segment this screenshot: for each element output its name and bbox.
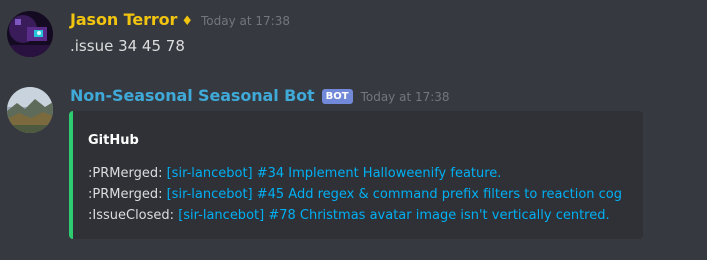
message-timestamp: Today at 17:38 bbox=[201, 14, 290, 28]
username-jason-terror[interactable]: Jason Terror bbox=[70, 10, 177, 29]
avatar-non-seasonal-bot[interactable] bbox=[7, 87, 53, 133]
emoji-issueclosed: :IssueClosed: bbox=[88, 208, 179, 223]
message-timestamp: Today at 17:38 bbox=[360, 90, 450, 104]
emoji-prmerged: :PRMerged: bbox=[88, 166, 167, 181]
bot-tag: BOT bbox=[321, 89, 353, 104]
embed-accent-bar bbox=[69, 111, 73, 239]
embed-description: :PRMerged: [sir-lancebot] #34 Implement … bbox=[88, 163, 622, 226]
username-non-seasonal-bot[interactable]: Non-Seasonal Seasonal Bot bbox=[70, 86, 315, 105]
issue-link[interactable]: [sir-lancebot] #34 Implement Halloweenif… bbox=[167, 166, 502, 181]
emoji-prmerged: :PRMerged: bbox=[88, 187, 167, 202]
message-content: .issue 34 45 78 bbox=[70, 37, 185, 55]
issue-link[interactable]: [sir-lancebot] #45 Add regex & command p… bbox=[167, 187, 622, 202]
github-embed: GitHub :PRMerged: [sir-lancebot] #34 Imp… bbox=[69, 111, 643, 239]
diamond-badge-icon: ♦ bbox=[181, 14, 193, 29]
embed-line: :IssueClosed: [sir-lancebot] #78 Christm… bbox=[88, 205, 622, 226]
embed-line: :PRMerged: [sir-lancebot] #34 Implement … bbox=[88, 163, 622, 184]
avatar-jason-terror[interactable] bbox=[7, 11, 53, 57]
embed-title: GitHub bbox=[88, 133, 139, 148]
issue-link[interactable]: [sir-lancebot] #78 Christmas avatar imag… bbox=[178, 208, 609, 223]
embed-line: :PRMerged: [sir-lancebot] #45 Add regex … bbox=[88, 184, 622, 205]
